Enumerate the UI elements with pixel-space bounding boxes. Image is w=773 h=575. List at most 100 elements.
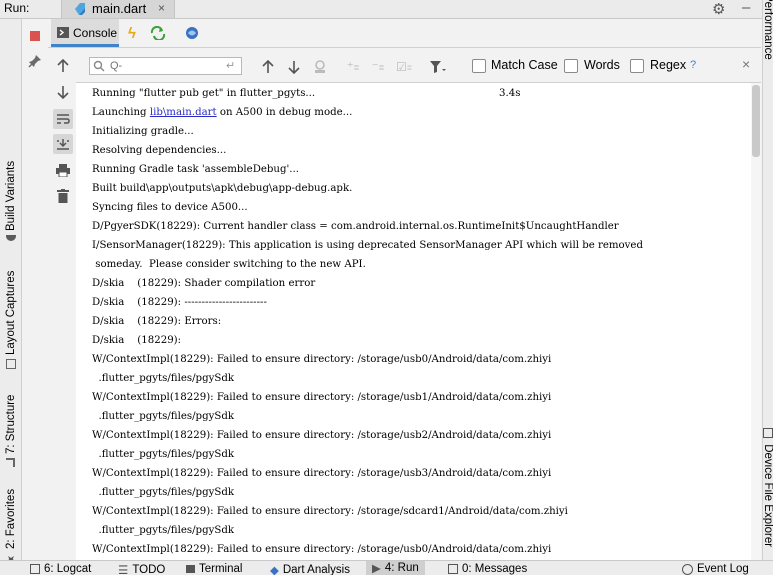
regex-checkbox[interactable] xyxy=(630,59,644,73)
structure-label: 7: Structure xyxy=(5,394,17,454)
output-line: W/ContextImpl(18229): Failed to ensure d… xyxy=(92,468,552,479)
dart-analysis-label: Dart Analysis xyxy=(282,564,350,575)
filter-icon xyxy=(430,61,446,73)
tab-event-log[interactable]: Event Log xyxy=(682,563,749,575)
gear-icon[interactable]: ⚙ xyxy=(712,0,725,18)
console-tab-label: Console xyxy=(73,26,118,40)
run-label: Run: xyxy=(4,1,30,15)
build-variants-label: Build Variants xyxy=(5,160,17,231)
add-selection-icon: ⁺꞊ xyxy=(346,59,360,74)
output-line: D/skia (18229): xyxy=(92,335,182,346)
output-line: .flutter_pgyts/files/pgySdk xyxy=(92,373,235,384)
output-line: D/skia (18229): ------------------------ xyxy=(92,297,267,308)
tab-todo[interactable]: ☰ TODO xyxy=(118,563,165,575)
output-line: Syncing files to device A500... xyxy=(92,202,248,213)
filter-button[interactable] xyxy=(428,57,448,77)
messages-icon xyxy=(448,564,458,574)
match-case-label: Match Case xyxy=(491,58,558,72)
remove-occurrence-button[interactable]: ⁻꞊ xyxy=(368,57,388,77)
terminal-label: Terminal xyxy=(199,563,243,575)
output-line: Built build\app\outputs\apk\debug\app-de… xyxy=(92,183,353,194)
devtools-button[interactable] xyxy=(182,23,202,43)
match-case-checkbox[interactable] xyxy=(472,59,486,73)
todo-icon: ☰ xyxy=(118,565,129,575)
enter-icon: ↵ xyxy=(226,60,236,72)
favorites-label: 2: Favorites xyxy=(5,488,17,549)
previous-occurrence-button[interactable] xyxy=(258,57,278,77)
run-tools-column xyxy=(22,19,73,560)
performance-tab[interactable]: Performance xyxy=(763,0,773,66)
tab-logcat[interactable]: 6: Logcat xyxy=(30,563,91,575)
output-line: W/ContextImpl(18229): Failed to ensure d… xyxy=(92,430,552,441)
structure-tab[interactable]: 7: Structure xyxy=(2,377,20,467)
tab-dart-analysis[interactable]: ◆ Dart Analysis xyxy=(270,563,350,575)
search-input[interactable] xyxy=(89,57,242,75)
close-search-icon[interactable]: × xyxy=(742,56,750,72)
hot-reload-button[interactable]: ϟ xyxy=(122,23,142,43)
next-occurrence-button[interactable] xyxy=(284,57,304,77)
tab-messages[interactable]: 0: Messages xyxy=(448,563,527,575)
output-line: W/ContextImpl(18229): Failed to ensure d… xyxy=(92,544,552,555)
words-checkbox[interactable] xyxy=(564,59,578,73)
output-line: W/ContextImpl(18229): Failed to ensure d… xyxy=(92,392,552,403)
minimize-icon[interactable]: – xyxy=(742,0,750,16)
console-output[interactable]: Running "flutter pub get" in flutter_pgy… xyxy=(76,83,751,560)
soft-wrap-button[interactable] xyxy=(53,109,73,129)
find-usages-button[interactable] xyxy=(310,57,330,77)
output-line: Running "flutter pub get" in flutter_pgy… xyxy=(92,88,316,99)
layout-captures-label: Layout Captures xyxy=(5,270,17,355)
build-variants-tab[interactable]: Build Variants xyxy=(2,131,20,241)
output-scrollbar-thumb[interactable] xyxy=(752,85,760,157)
dart-analysis-icon: ◆ xyxy=(270,565,279,575)
run-config-tab[interactable]: main.dart × xyxy=(61,0,175,18)
left-tool-stripe: Build Variants Layout Captures 7: Struct… xyxy=(0,19,22,567)
favorites-tab[interactable]: ★ 2: Favorites xyxy=(2,477,20,567)
words-label: Words xyxy=(584,58,620,72)
soft-wrap-icon xyxy=(57,114,70,124)
down-arrow-button[interactable] xyxy=(53,82,73,102)
clear-all-button[interactable] xyxy=(53,186,73,206)
output-line: D/skia (18229): Shader compilation error xyxy=(92,278,316,289)
tab-terminal[interactable]: Terminal xyxy=(186,563,242,575)
output-line: .flutter_pgyts/files/pgySdk xyxy=(92,487,235,498)
performance-label: Performance xyxy=(763,0,773,60)
stop-button[interactable] xyxy=(25,26,45,46)
device-file-explorer-tab[interactable]: Device File Explorer xyxy=(763,428,773,548)
messages-label: 0: Messages xyxy=(462,563,528,575)
output-line: .flutter_pgyts/files/pgySdk xyxy=(92,525,235,536)
output-line: .flutter_pgyts/files/pgySdk xyxy=(92,411,235,422)
pin-button[interactable] xyxy=(25,51,45,71)
up-arrow-button[interactable] xyxy=(53,56,73,76)
scroll-to-end-button[interactable] xyxy=(53,134,73,154)
regex-help-link[interactable]: ? xyxy=(690,59,696,71)
structure-icon xyxy=(6,458,16,467)
reload-icon xyxy=(150,26,166,40)
device-file-explorer-label: Device File Explorer xyxy=(763,444,773,548)
console-icon xyxy=(57,27,69,38)
main-dart-link[interactable]: lib\main.dart xyxy=(150,107,217,118)
add-occurrence-button[interactable]: ⁺꞊ xyxy=(343,57,363,77)
output-line: Running Gradle task 'assembleDebug'... xyxy=(92,164,300,175)
right-tool-stripe: Performance Device File Explorer xyxy=(762,0,773,560)
print-button[interactable] xyxy=(53,160,73,180)
layout-captures-tab[interactable]: Layout Captures xyxy=(2,247,20,369)
trash-icon xyxy=(57,189,69,203)
tab-run[interactable]: ▶ 4: Run xyxy=(366,561,425,575)
arrow-up-icon xyxy=(57,59,69,72)
arrow-up-icon xyxy=(262,60,274,73)
terminal-icon xyxy=(186,565,195,573)
close-tab-icon[interactable]: × xyxy=(158,1,165,15)
device-icon xyxy=(763,428,773,438)
hot-restart-button[interactable] xyxy=(148,23,168,43)
output-line: W/ContextImpl(18229): Failed to ensure d… xyxy=(92,506,568,517)
output-line: W/ContextImpl(18229): Failed to ensure d… xyxy=(92,354,552,365)
output-line: Launching lib\main.dart on A500 in debug… xyxy=(92,107,353,118)
console-search-bar: ↵ ⁺꞊ ⁻꞊ ☑꞊ Match Case Words Regex ? × xyxy=(76,52,761,83)
select-all-occurrences-button[interactable]: ☑꞊ xyxy=(394,57,414,77)
stop-icon xyxy=(30,31,40,41)
console-tab-row: Console ϟ xyxy=(48,19,761,48)
output-line: someday. Please consider switching to th… xyxy=(92,259,366,270)
tab-console[interactable]: Console xyxy=(51,19,119,47)
logcat-icon xyxy=(30,564,40,574)
lightning-icon: ϟ xyxy=(128,24,136,42)
